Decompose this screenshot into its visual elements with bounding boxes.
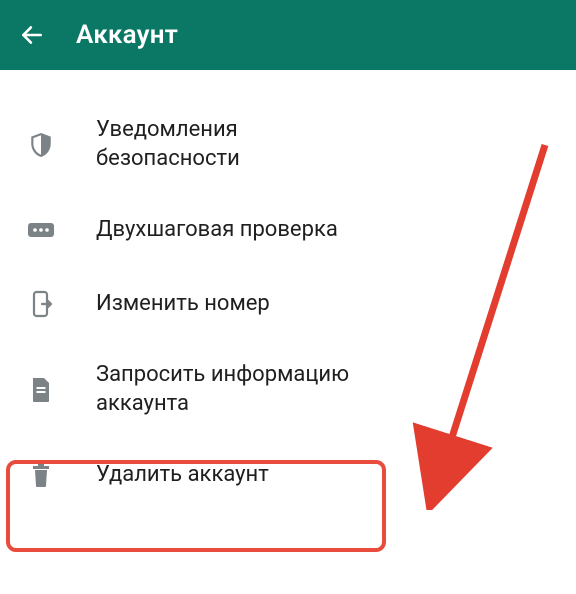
menu-item-label: Удалить аккаунт [96, 461, 269, 490]
arrow-left-icon [19, 22, 45, 48]
menu-item-security-notifications[interactable]: Уведомления безопасности [0, 96, 576, 193]
menu-item-label: Изменить номер [96, 290, 270, 319]
menu-item-change-number[interactable]: Изменить номер [0, 267, 576, 341]
menu-item-request-account-info[interactable]: Запросить информацию аккаунта [0, 341, 576, 438]
menu-item-label: Двухшаговая проверка [96, 216, 338, 245]
shield-icon [26, 130, 56, 160]
back-button[interactable] [18, 21, 46, 49]
password-dots-icon [26, 215, 56, 245]
settings-list: Уведомления безопасности Двухшаговая про… [0, 70, 576, 532]
document-icon [26, 375, 56, 405]
page-title: Аккаунт [76, 20, 178, 50]
menu-item-label: Запросить информацию аккаунта [96, 361, 386, 418]
menu-item-two-step-verification[interactable]: Двухшаговая проверка [0, 193, 576, 267]
app-bar: Аккаунт [0, 0, 576, 70]
menu-item-label: Уведомления безопасности [96, 116, 386, 173]
menu-item-delete-account[interactable]: Удалить аккаунт [0, 438, 576, 512]
trash-icon [26, 460, 56, 490]
phone-swap-icon [26, 289, 56, 319]
